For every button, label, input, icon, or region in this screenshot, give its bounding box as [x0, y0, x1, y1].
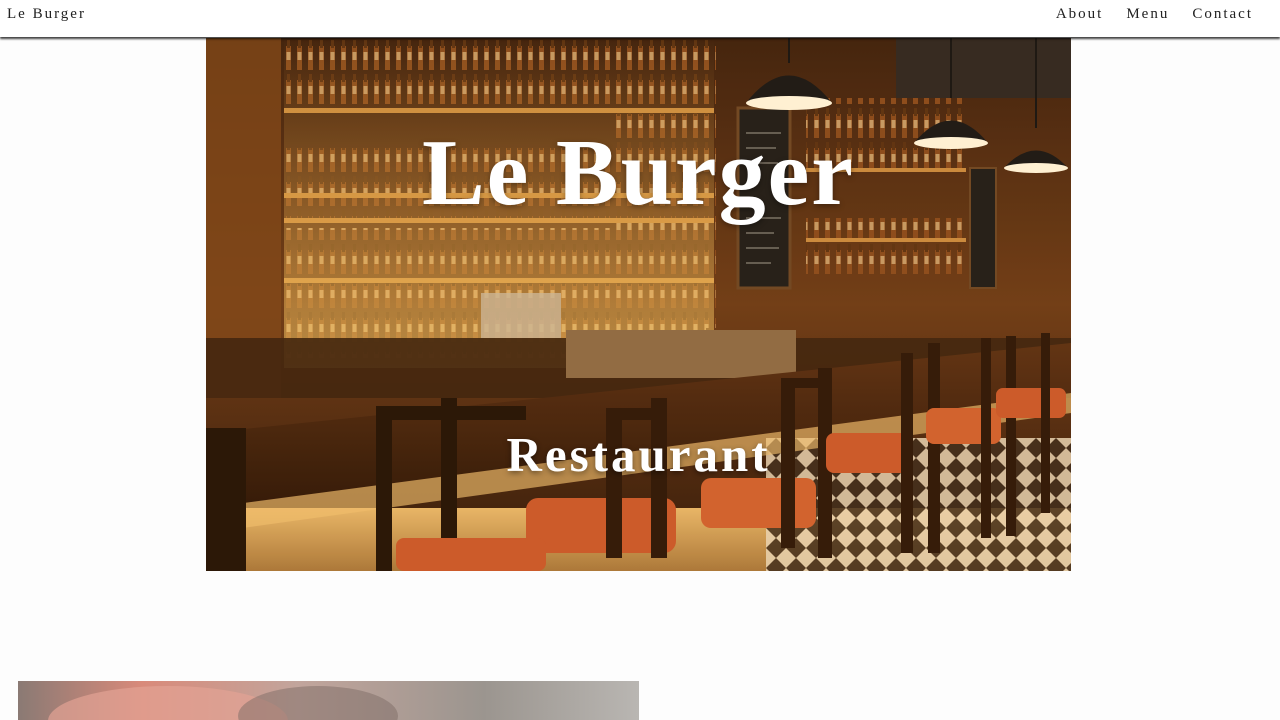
hero-image: [206, 38, 1071, 571]
hero-subtitle: Restaurant: [506, 427, 771, 482]
nav-about-link[interactable]: About: [1056, 6, 1104, 23]
main-nav: About Menu Contact: [1056, 6, 1253, 23]
food-photo: [18, 681, 639, 720]
nav-contact-link[interactable]: Contact: [1192, 6, 1253, 23]
food-image: [18, 681, 639, 720]
brand-link[interactable]: Le Burger: [7, 6, 86, 23]
top-navbar: Le Burger About Menu Contact: [0, 0, 1280, 37]
nav-menu-link[interactable]: Menu: [1126, 6, 1169, 23]
hero-title: Le Burger: [421, 121, 856, 225]
hero-banner: Le Burger Restaurant: [206, 38, 1071, 571]
